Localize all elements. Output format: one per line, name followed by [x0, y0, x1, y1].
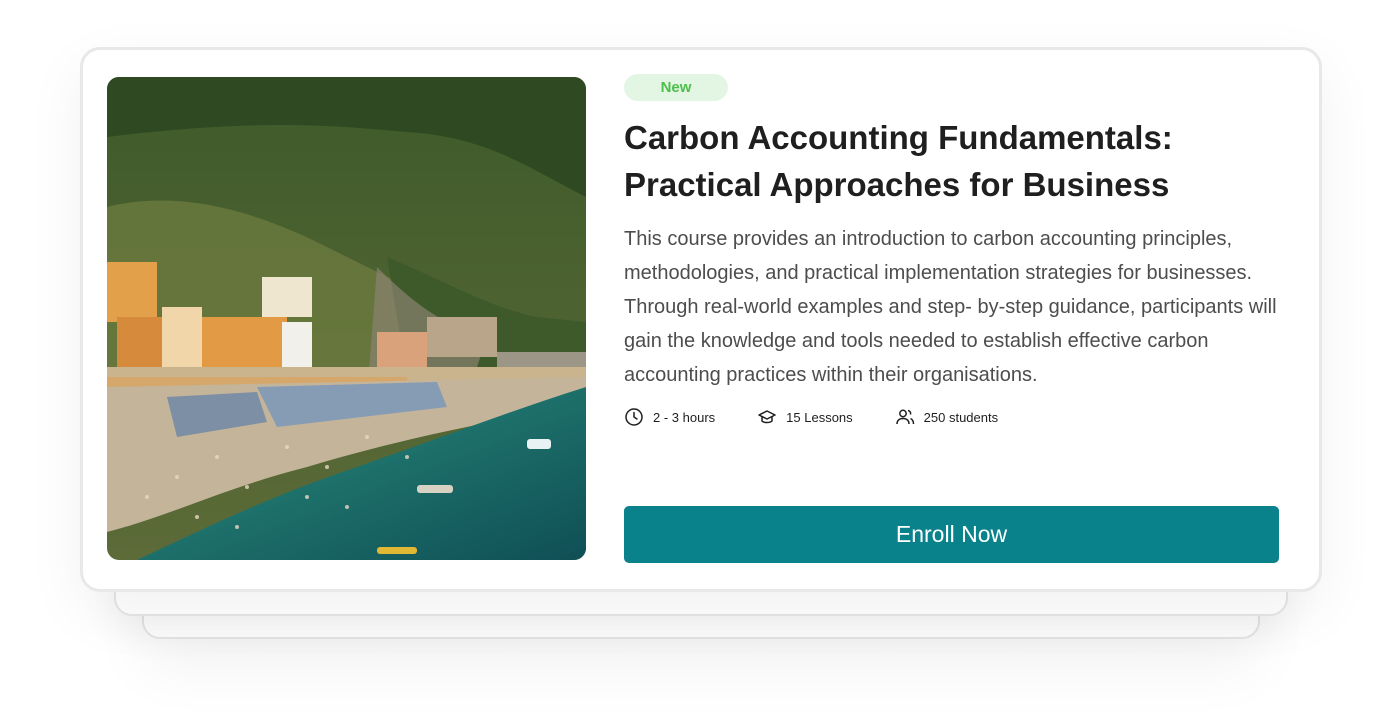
- meta-duration: 2 - 3 hours: [624, 407, 715, 427]
- new-badge: New: [624, 74, 728, 101]
- clock-icon: [624, 407, 644, 427]
- course-description: This course provides an introduction to …: [624, 228, 1277, 386]
- course-card: New Carbon Accounting Fundamentals: Prac…: [80, 47, 1322, 592]
- course-image: [107, 77, 586, 560]
- page: New Carbon Accounting Fundamentals: Prac…: [0, 0, 1398, 722]
- course-details: New Carbon Accounting Fundamentals: Prac…: [624, 74, 1280, 429]
- lessons-label: 15 Lessons: [786, 409, 853, 425]
- course-meta: 2 - 3 hours 15 Lessons 250 students: [624, 405, 1280, 429]
- course-title: Carbon Accounting Fundamentals: Practica…: [624, 119, 1173, 203]
- enroll-now-button[interactable]: Enroll Now: [624, 506, 1279, 563]
- duration-label: 2 - 3 hours: [653, 409, 716, 425]
- students-label: 250 students: [923, 409, 999, 425]
- graduation-cap-icon: [757, 407, 777, 427]
- meta-lessons: 15 Lessons: [757, 407, 853, 427]
- users-icon: [895, 407, 915, 427]
- coastal-beach-photo-icon: [107, 77, 586, 560]
- meta-students: 250 students: [895, 407, 998, 427]
